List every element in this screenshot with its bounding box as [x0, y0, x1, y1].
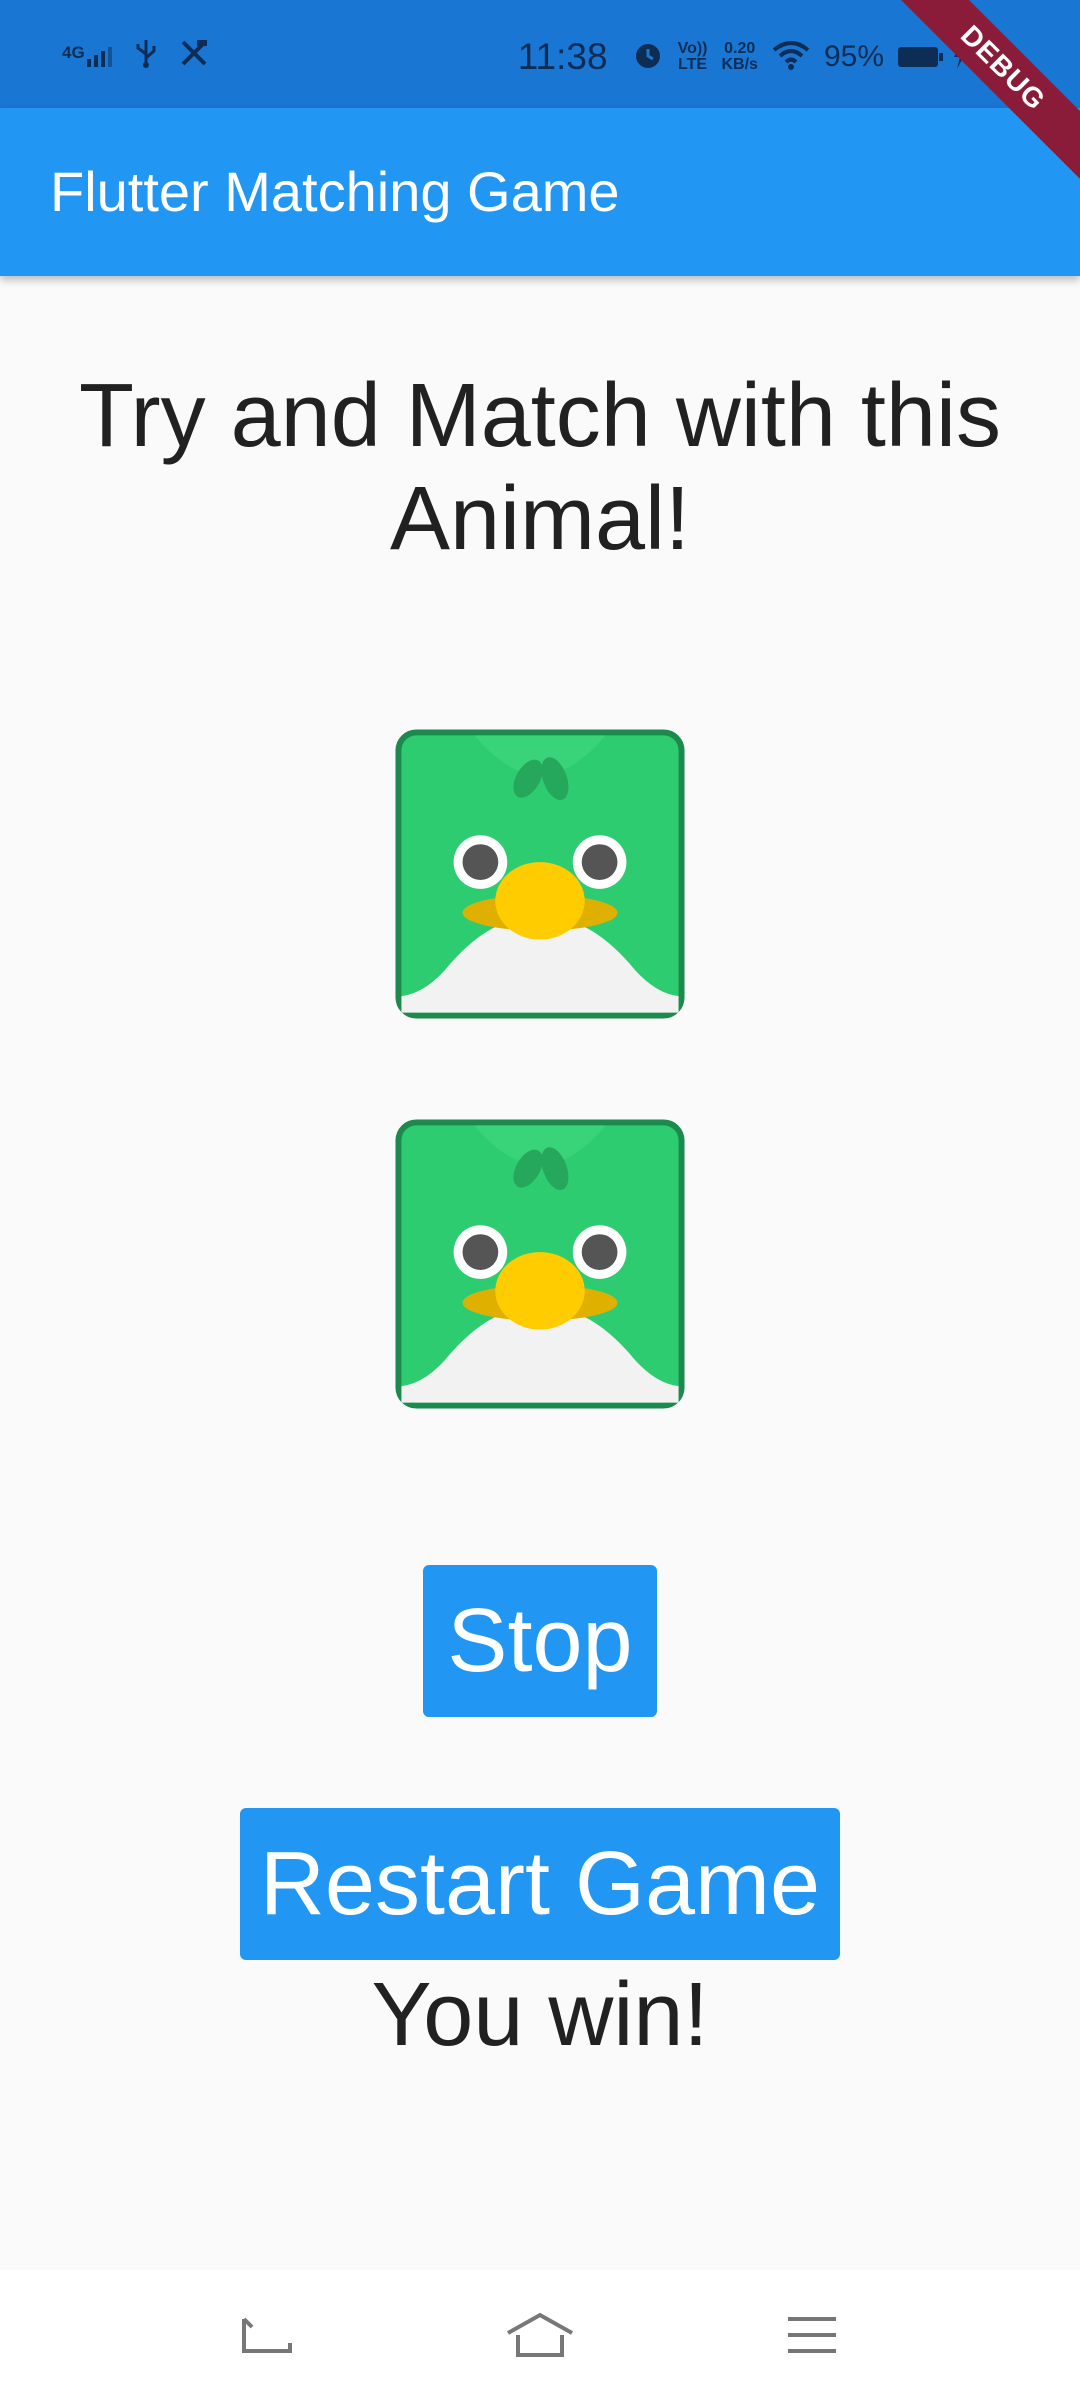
- app-bar: Flutter Matching Game: [0, 108, 1080, 276]
- status-right-icons: 11:38 Vo)) LTE 0.20 KB/s 95%: [518, 36, 968, 78]
- status-left-icons: 4G: [62, 38, 209, 73]
- clock: 11:38: [517, 36, 608, 77]
- network-type: 4G: [62, 42, 85, 62]
- menu-icon: [788, 2317, 836, 2353]
- signal-icon: 4G: [62, 42, 113, 67]
- back-button[interactable]: [228, 2300, 308, 2370]
- restart-game-button[interactable]: Restart Game: [240, 1808, 840, 1960]
- menu-button[interactable]: [772, 2300, 852, 2370]
- result-text: You win!: [371, 1965, 709, 2065]
- usb-icon: [135, 38, 157, 73]
- stop-button[interactable]: Stop: [423, 1565, 657, 1717]
- volte-top: Vo)): [677, 40, 708, 57]
- speed-value: 0.20: [724, 40, 756, 57]
- speed-unit: KB/s: [721, 56, 758, 73]
- parrot-icon: [395, 729, 685, 1019]
- home-icon: [507, 2312, 573, 2357]
- animal-tile-guess[interactable]: [391, 1115, 689, 1413]
- battery-percent: 95%: [823, 40, 884, 73]
- navigation-bar: [0, 2270, 1080, 2400]
- animal-tile-target: [391, 725, 689, 1023]
- volte-bottom: LTE: [678, 56, 708, 73]
- home-button[interactable]: [500, 2300, 580, 2370]
- alarm-icon: [632, 39, 664, 76]
- network-speed: 0.20 KB/s: [722, 41, 758, 73]
- back-icon: [242, 2317, 292, 2353]
- parrot-icon: [395, 1119, 685, 1409]
- volte-icon: Vo)) LTE: [678, 41, 708, 73]
- page-heading: Try and Match with this Animal!: [79, 366, 1001, 569]
- battery-icon: [898, 47, 943, 67]
- tools-icon: [179, 38, 209, 73]
- wifi-icon: [772, 40, 810, 75]
- app-title: Flutter Matching Game: [50, 160, 620, 223]
